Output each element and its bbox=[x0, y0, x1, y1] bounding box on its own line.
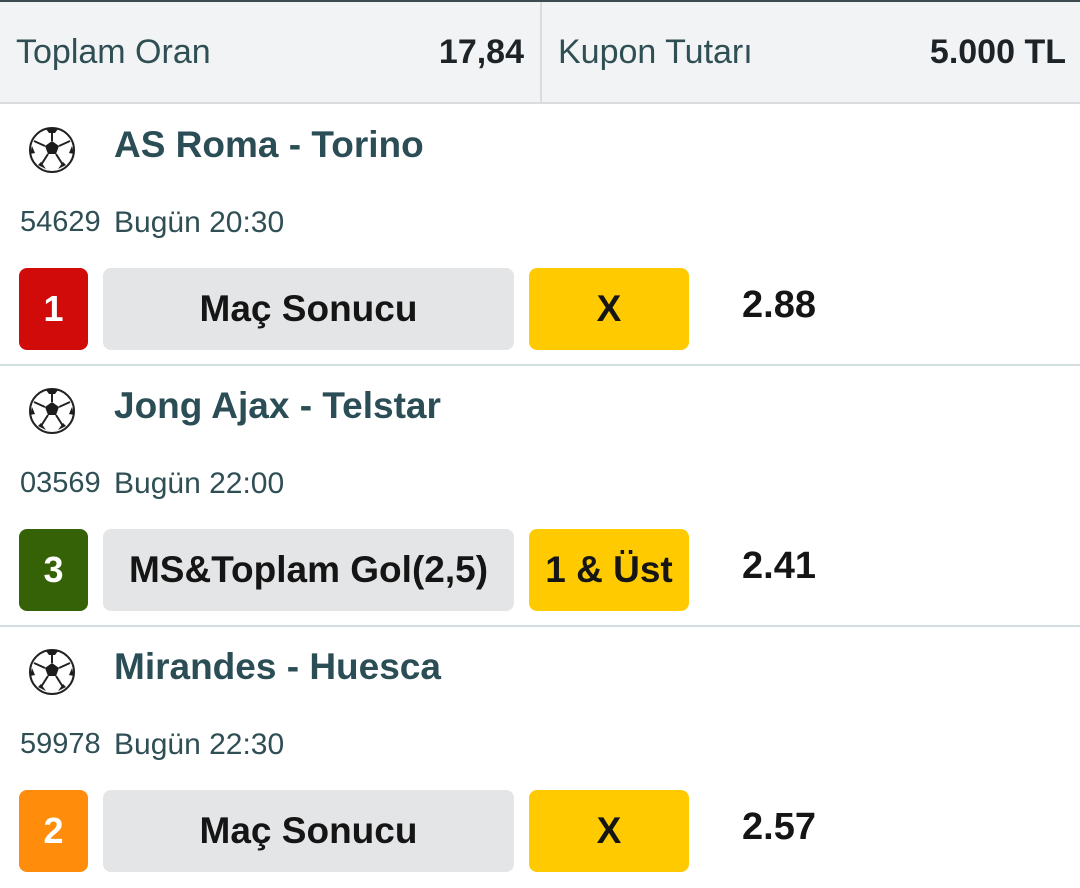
bet-number-badge: 1 bbox=[19, 268, 88, 350]
match-time: Bugün 22:30 bbox=[114, 728, 285, 761]
match-row[interactable]: Jong Ajax - Telstar 03569 Bugün 22:00 3 … bbox=[0, 367, 1080, 627]
match-code: 59978 bbox=[20, 728, 101, 760]
pick-badge: 1 & Üst bbox=[529, 529, 689, 611]
total-odds-value: 17,84 bbox=[438, 32, 524, 71]
coupon-amount-value: 5.000 TL bbox=[929, 32, 1066, 71]
match-row[interactable]: AS Roma - Torino 54629 Bugün 20:30 1 Maç… bbox=[0, 106, 1080, 366]
bet-number-badge: 2 bbox=[19, 790, 88, 872]
odd-value: 2.41 bbox=[742, 545, 816, 587]
market-label: Maç Sonucu bbox=[103, 790, 514, 872]
soccer-ball-icon bbox=[29, 388, 75, 434]
pick-badge: X bbox=[529, 268, 689, 350]
match-code: 03569 bbox=[20, 467, 101, 499]
match-row[interactable]: Mirandes - Huesca 59978 Bugün 22:30 2 Ma… bbox=[0, 628, 1080, 888]
match-teams[interactable]: Jong Ajax - Telstar bbox=[114, 385, 441, 427]
coupon-amount-cell: Kupon Tutarı 5.000 TL bbox=[540, 2, 1080, 102]
market-label: Maç Sonucu bbox=[103, 268, 514, 350]
soccer-ball-icon bbox=[29, 649, 75, 695]
market-label: MS&Toplam Gol(2,5) bbox=[103, 529, 514, 611]
total-odds-label: Toplam Oran bbox=[16, 32, 211, 71]
coupon-summary-header: Toplam Oran 17,84 Kupon Tutarı 5.000 TL bbox=[0, 0, 1080, 104]
pick-badge: X bbox=[529, 790, 689, 872]
match-time: Bugün 22:00 bbox=[114, 467, 285, 500]
odd-value: 2.88 bbox=[742, 284, 816, 326]
match-teams[interactable]: Mirandes - Huesca bbox=[114, 646, 441, 688]
bet-number-badge: 3 bbox=[19, 529, 88, 611]
match-time: Bugün 20:30 bbox=[114, 206, 285, 239]
total-odds-cell: Toplam Oran 17,84 bbox=[0, 2, 540, 102]
match-code: 54629 bbox=[20, 206, 101, 238]
odd-value: 2.57 bbox=[742, 806, 816, 848]
match-teams[interactable]: AS Roma - Torino bbox=[114, 124, 424, 166]
coupon-amount-label: Kupon Tutarı bbox=[558, 32, 753, 71]
soccer-ball-icon bbox=[29, 127, 75, 173]
